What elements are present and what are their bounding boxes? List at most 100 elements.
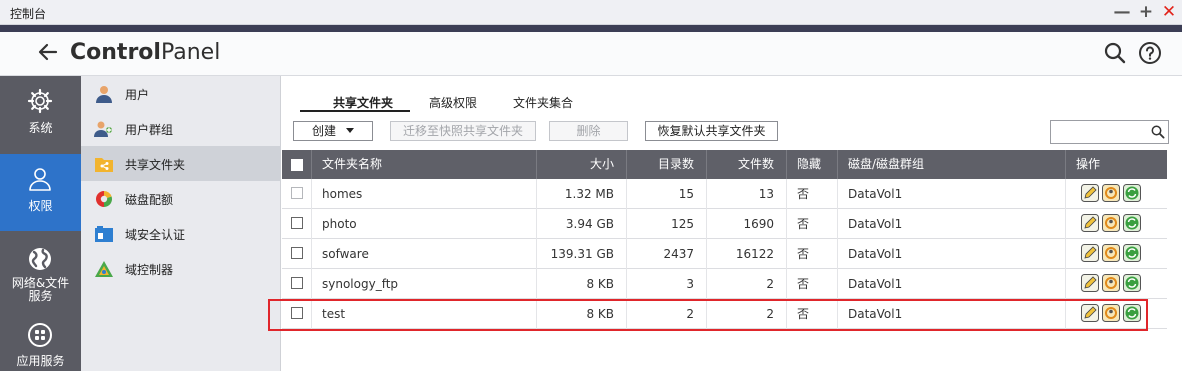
submenu-domain-controller[interactable]: 域控制器 [81,251,281,286]
edit-properties-icon[interactable] [1081,304,1099,322]
window-titlebar: 控制台 — + ✕ [0,0,1182,25]
table-row[interactable]: sofware 139.31 GB 2437 16122 否 DataVol1 [282,239,1167,269]
user-group-icon [94,121,112,137]
dir-count-cell: 15 [627,179,707,209]
edit-permissions-icon[interactable] [1102,214,1120,232]
edit-permissions-icon[interactable] [1102,244,1120,262]
delete-button[interactable]: 删除 [549,121,628,141]
arrow-left-icon[interactable] [36,40,60,64]
size-cell: 1.32 MB [537,179,627,209]
submenu-users[interactable]: 用户 [81,76,281,111]
user-icon [29,168,51,191]
edit-permissions-icon[interactable] [1102,184,1120,202]
chevron-down-icon [346,128,354,133]
minimize-button[interactable]: — [1113,1,1131,23]
nav-privilege[interactable]: 权限 [0,154,81,231]
size-cell: 3.94 GB [537,209,627,239]
dir-count-cell: 125 [627,209,707,239]
nav-network-file-services[interactable]: 网络&文件 服务 [0,232,81,309]
submenu-disk-quota-label: 磁盘配额 [125,193,174,207]
file-count-cell: 2 [707,269,787,299]
row-checkbox[interactable] [291,277,303,289]
refresh-icon[interactable] [1123,184,1141,202]
edit-permissions-icon[interactable] [1102,304,1120,322]
submenu-domain-security[interactable]: 域安全认证 [81,216,281,251]
file-count-cell: 13 [707,179,787,209]
folder-name-cell: photo [312,209,537,239]
size-cell: 8 KB [537,269,627,299]
select-all-checkbox[interactable] [291,159,303,171]
table-row[interactable]: test 8 KB 2 2 否 DataVol1 [282,299,1167,329]
actions-cell [1066,299,1167,329]
apps-grid-icon [28,323,52,347]
shared-folder-icon [95,158,113,172]
edit-properties-icon[interactable] [1081,274,1099,292]
tab-advanced-permissions[interactable]: 高级权限 [429,94,477,111]
create-label: 创建 [311,124,336,138]
row-checkbox[interactable] [291,187,303,199]
main-nav-rail: 系统 权限 网络&文件 服务 应用服务 [0,76,81,371]
create-dropdown-button[interactable]: 创建 [293,121,373,141]
actions-cell [1066,179,1167,209]
refresh-icon[interactable] [1123,214,1141,232]
edit-permissions-icon[interactable] [1102,274,1120,292]
edit-properties-icon[interactable] [1081,244,1099,262]
restore-default-shares-button[interactable]: 恢复默认共享文件夹 [645,121,778,141]
row-checkbox[interactable] [291,217,303,229]
nav-system[interactable]: 系统 [0,76,81,153]
user-icon [96,86,112,103]
submenu-disk-quota[interactable]: 磁盘配额 [81,181,281,216]
table-row[interactable]: homes 1.32 MB 15 13 否 DataVol1 [282,179,1167,209]
close-button[interactable]: ✕ [1160,1,1178,23]
migrate-snapshot-button[interactable]: 迁移至快照共享文件夹 [390,121,536,141]
edit-properties-icon[interactable] [1081,214,1099,232]
search-icon[interactable] [1151,125,1165,139]
column-dir-count[interactable]: 目录数 [627,150,707,179]
maximize-button[interactable]: + [1137,1,1155,23]
active-tab-underline [300,110,410,112]
row-select-cell [282,179,312,209]
row-select-cell [282,299,312,329]
row-checkbox[interactable] [291,247,303,259]
dir-count-cell: 2437 [627,239,707,269]
dir-count-cell: 3 [627,269,707,299]
globe-icon [29,248,51,270]
volume-cell: DataVol1 [838,299,1066,329]
hidden-cell: 否 [787,299,838,329]
actions-cell [1066,239,1167,269]
volume-cell: DataVol1 [838,179,1066,209]
actions-cell [1066,269,1167,299]
volume-cell: DataVol1 [838,209,1066,239]
nav-system-label: 系统 [28,121,53,135]
actions-cell [1066,209,1167,239]
submenu-user-groups[interactable]: 用户群组 [81,111,281,146]
help-icon[interactable] [1138,41,1162,65]
gear-icon [27,88,53,114]
row-checkbox[interactable] [291,307,303,319]
search-icon[interactable] [1103,41,1127,65]
submenu-shared-folders[interactable]: 共享文件夹 [81,146,281,181]
submenu-domain-security-label: 域安全认证 [125,228,186,242]
hidden-cell: 否 [787,179,838,209]
refresh-icon[interactable] [1123,244,1141,262]
table-row[interactable]: photo 3.94 GB 125 1690 否 DataVol1 [282,209,1167,239]
column-file-count[interactable]: 文件数 [707,150,787,179]
nav-app-services[interactable]: 应用服务 [0,310,81,387]
table-row[interactable]: synology_ftp 8 KB 3 2 否 DataVol1 [282,269,1167,299]
column-hidden[interactable]: 隐藏 [787,150,838,179]
tab-folder-aggregation[interactable]: 文件夹集合 [513,94,573,111]
search-input[interactable] [1054,123,1146,141]
column-actions: 操作 [1076,157,1101,171]
column-size[interactable]: 大小 [537,150,627,179]
column-volume[interactable]: 磁盘/磁盘群组 [838,150,1066,179]
refresh-icon[interactable] [1123,304,1141,322]
edit-properties-icon[interactable] [1081,184,1099,202]
size-cell: 8 KB [537,299,627,329]
refresh-icon[interactable] [1123,274,1141,292]
file-count-cell: 1690 [707,209,787,239]
tab-shared-folders[interactable]: 共享文件夹 [333,94,393,111]
column-folder-name[interactable]: 文件夹名称 [312,150,537,179]
submenu-user-groups-label: 用户群组 [125,123,174,137]
app-title-bold: Control [70,40,161,65]
submenu-shared-folders-label: 共享文件夹 [125,158,186,172]
